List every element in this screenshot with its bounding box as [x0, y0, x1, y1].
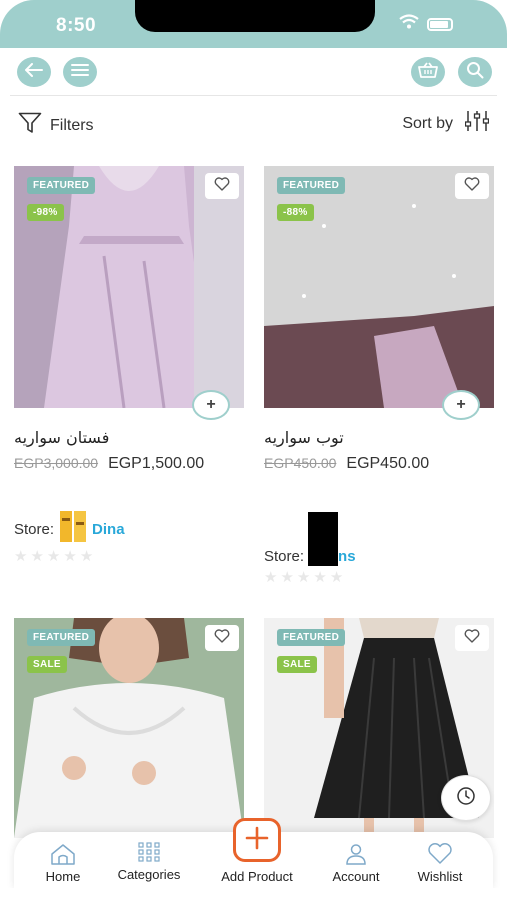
discount-badge: -98% [27, 204, 64, 221]
recently-viewed-button[interactable] [441, 775, 491, 821]
rating-stars: ★ ★ ★ ★ ★ [264, 568, 343, 586]
current-price: EGP1,500.00 [108, 455, 205, 472]
nav-label: Account [332, 869, 380, 884]
sale-badge: SALE [27, 656, 67, 673]
arrow-left-icon [24, 62, 43, 82]
search-icon [466, 61, 484, 84]
nav-wishlist[interactable]: Wishlist [395, 832, 485, 890]
status-bar: 8:50 [0, 0, 507, 48]
plus-icon: + [206, 396, 216, 413]
wifi-icon [399, 14, 419, 34]
heart-icon [214, 176, 230, 196]
device-notch [135, 0, 375, 32]
back-button[interactable] [17, 57, 51, 87]
app-screen: 8:50 Filters Sort by FEATURED -98% + فست… [0, 0, 507, 900]
add-to-cart-button[interactable]: + [442, 390, 480, 420]
star-icon: ★ [280, 569, 294, 586]
nav-label: Categories [117, 867, 181, 882]
nav-account[interactable]: Account [311, 832, 401, 890]
wishlist-toggle-button[interactable] [205, 173, 239, 199]
user-icon [345, 843, 367, 865]
nav-label: Home [45, 869, 81, 884]
product-card-2[interactable]: FEATURED -88% + توب سواريه EGP450.00 EGP… [264, 166, 494, 586]
star-icon: ★ [63, 548, 77, 565]
old-price: EGP450.00 [264, 455, 337, 471]
product-card-3[interactable]: FEATURED SALE [14, 618, 244, 838]
product-name[interactable]: توب سواريه [264, 428, 344, 447]
star-icon: ★ [79, 548, 94, 565]
star-icon: ★ [313, 569, 327, 586]
battery-icon [427, 17, 453, 31]
store-name[interactable]: Dina [92, 521, 125, 538]
featured-badge: FEATURED [27, 177, 96, 194]
filters-label: Filters [50, 116, 94, 134]
product-image-1[interactable]: FEATURED -98% [14, 166, 244, 408]
menu-button[interactable] [63, 57, 97, 87]
nav-home[interactable]: Home [18, 832, 108, 890]
toolbar-divider [10, 95, 497, 96]
store-logo [58, 510, 88, 549]
bottom-navigation: Home Categories Add Product Account Wish… [14, 818, 493, 890]
store-row[interactable]: Store: Dina [14, 510, 125, 549]
heart-icon [214, 628, 230, 648]
sale-badge: SALE [277, 656, 317, 673]
clock-icon [456, 786, 476, 811]
featured-badge: FEATURED [277, 629, 346, 646]
discount-badge: -88% [277, 204, 314, 221]
product-prices: EGP450.00 EGP450.00 [264, 455, 429, 473]
star-icon: ★ [46, 548, 61, 565]
sort-button[interactable]: Sort by [402, 110, 490, 137]
hamburger-icon [71, 63, 89, 82]
filter-bar: Filters Sort by [0, 100, 507, 144]
cart-button[interactable] [411, 57, 445, 87]
store-logo [308, 512, 339, 571]
add-to-cart-button[interactable]: + [192, 390, 230, 420]
home-icon [50, 843, 76, 865]
product-image-3[interactable]: FEATURED SALE [14, 618, 244, 838]
status-icons [399, 14, 453, 34]
status-time: 8:50 [56, 15, 97, 36]
nav-add-product[interactable]: Add Product [212, 832, 302, 890]
home-indicator-area [0, 888, 507, 900]
sort-label: Sort by [402, 114, 453, 132]
heart-icon [464, 176, 480, 196]
current-price: EGP450.00 [346, 455, 430, 472]
wishlist-toggle-button[interactable] [455, 173, 489, 199]
star-icon: ★ [264, 569, 278, 586]
wishlist-toggle-button[interactable] [455, 625, 489, 651]
product-name[interactable]: فستان سواريه [14, 428, 109, 447]
store-label: Store: [14, 521, 55, 538]
wishlist-toggle-button[interactable] [205, 625, 239, 651]
product-prices: EGP3,000.00 EGP1,500.00 [14, 455, 204, 473]
store-row[interactable]: Store: ns [264, 512, 356, 571]
heart-icon [464, 628, 480, 648]
top-toolbar [0, 48, 507, 96]
nav-label: Add Product [221, 869, 293, 884]
nav-label: Wishlist [417, 869, 463, 884]
plus-icon: + [456, 396, 466, 413]
star-icon: ★ [329, 569, 344, 586]
filters-button[interactable]: Filters [18, 112, 94, 139]
product-image-2[interactable]: FEATURED -88% [264, 166, 494, 408]
star-icon: ★ [30, 548, 44, 565]
heart-icon [427, 843, 453, 865]
product-card-1[interactable]: FEATURED -98% + فستان سواريه EGP3,000.00… [14, 166, 244, 586]
star-icon: ★ [296, 569, 311, 586]
old-price: EGP3,000.00 [14, 455, 99, 471]
star-icon: ★ [14, 548, 28, 565]
search-button[interactable] [458, 57, 492, 87]
rating-stars: ★ ★ ★ ★ ★ [14, 547, 93, 565]
store-name[interactable]: ns [338, 548, 356, 565]
featured-badge: FEATURED [27, 629, 96, 646]
nav-categories[interactable]: Categories [104, 832, 194, 890]
grid-icon [138, 841, 160, 863]
basket-icon [418, 61, 438, 83]
funnel-icon [18, 112, 42, 139]
sliders-icon [464, 110, 490, 137]
featured-badge: FEATURED [277, 177, 346, 194]
store-label: Store: [264, 548, 305, 565]
